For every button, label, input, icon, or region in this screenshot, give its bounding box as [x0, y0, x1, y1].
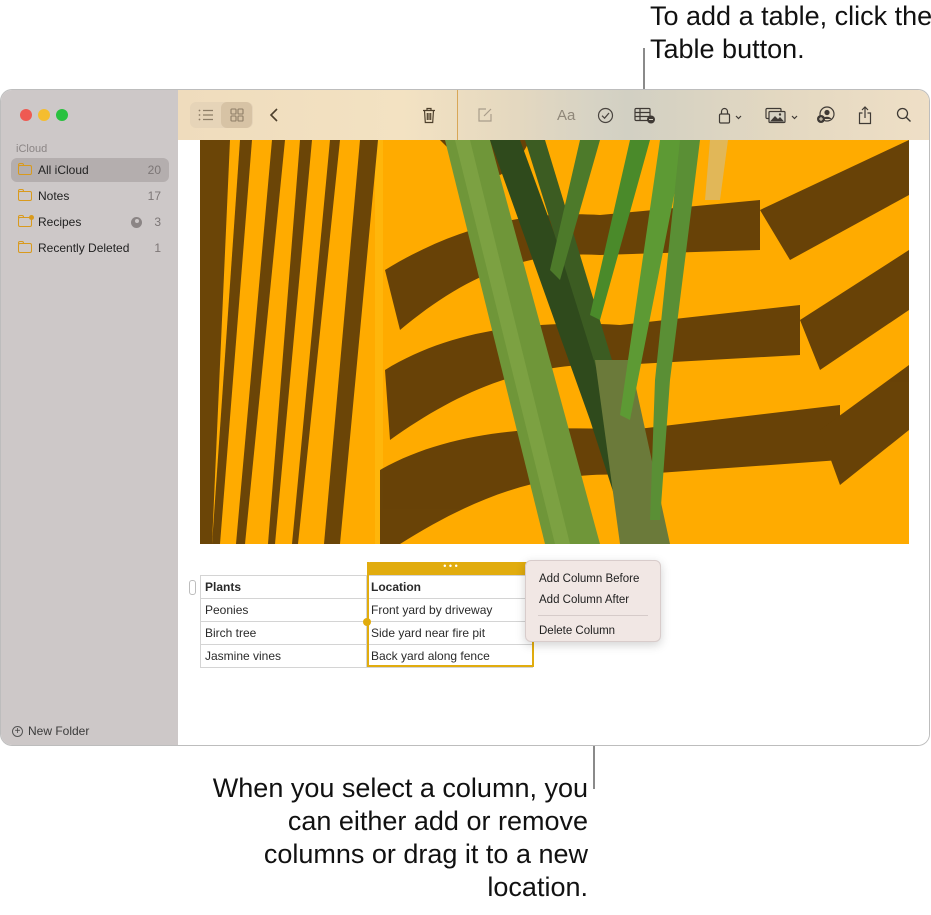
list-view-icon	[198, 109, 213, 121]
notes-window: iCloud All iCloud 20 Notes 17 Recipes 3 …	[1, 90, 929, 745]
shared-person-icon	[131, 216, 143, 228]
lock-icon	[718, 107, 742, 124]
checklist-icon	[597, 107, 614, 123]
media-icon	[765, 107, 798, 123]
table-header-cell[interactable]: Plants	[200, 575, 367, 599]
sidebar-item-label: Recipes	[38, 215, 82, 229]
sidebar-item-label: Notes	[38, 189, 70, 203]
column-resize-dot[interactable]	[363, 618, 371, 626]
sidebar-item-recently-deleted[interactable]: Recently Deleted 1	[11, 236, 169, 260]
window-controls	[20, 109, 68, 121]
share-icon	[858, 105, 872, 124]
note-editor[interactable]: Plants Location Peonies Front yard by dr…	[178, 140, 929, 745]
sidebar-item-count: 17	[147, 189, 161, 203]
collaborate-button[interactable]	[816, 103, 836, 127]
gallery-view-button[interactable]	[221, 102, 252, 128]
compose-icon	[478, 108, 492, 122]
sidebar-item-count: 3	[154, 215, 161, 229]
collaborate-icon	[817, 106, 835, 123]
photo-palm-shadows	[200, 140, 909, 544]
new-folder-button[interactable]: + New Folder	[12, 724, 89, 738]
share-button[interactable]	[858, 103, 872, 127]
toolbar: Aa	[178, 90, 929, 141]
sidebar-item-recipes[interactable]: Recipes 3	[11, 210, 169, 234]
menu-item-delete-column[interactable]: Delete Column	[526, 621, 660, 642]
trash-icon	[423, 107, 435, 123]
table-row: Jasmine vines Back yard along fence	[200, 644, 533, 668]
minimize-button[interactable]	[38, 109, 50, 121]
new-folder-label: New Folder	[28, 724, 90, 738]
plus-circle-icon: +	[12, 725, 23, 737]
back-button[interactable]	[269, 103, 279, 127]
shared-folder-icon	[18, 215, 34, 227]
table-button[interactable]	[634, 103, 656, 127]
close-button[interactable]	[20, 109, 32, 121]
gallery-view-icon	[229, 108, 244, 122]
search-icon	[896, 107, 911, 122]
note-photo[interactable]	[200, 140, 909, 544]
table-cell[interactable]: Jasmine vines	[200, 644, 367, 668]
view-toggle	[190, 102, 253, 128]
media-button[interactable]	[765, 103, 801, 127]
back-chevron-icon	[269, 108, 278, 122]
callout-table-button: To add a table, click the Table button.	[650, 1, 931, 64]
lock-button[interactable]	[718, 103, 744, 127]
table-cell[interactable]: Birch tree	[200, 621, 367, 645]
table-cell[interactable]: Peonies	[200, 598, 367, 622]
sidebar-item-label: Recently Deleted	[38, 241, 130, 255]
format-text-icon: Aa	[557, 106, 576, 124]
table-icon	[634, 107, 655, 123]
new-note-button[interactable]	[477, 103, 493, 127]
table-cell[interactable]: Back yard along fence	[366, 644, 533, 668]
sidebar-item-count: 20	[147, 163, 161, 177]
sidebar-section-icloud: iCloud	[16, 143, 48, 155]
delete-note-button[interactable]	[422, 103, 436, 127]
search-button[interactable]	[896, 103, 912, 127]
menu-item-add-column-after[interactable]: Add Column After	[526, 590, 660, 611]
table-cell[interactable]: Side yard near fire pit	[366, 621, 533, 645]
column-context-menu: Add Column Before Add Column After Delet…	[525, 560, 661, 642]
folder-icon	[18, 163, 32, 175]
sidebar-item-notes[interactable]: Notes 17	[11, 184, 169, 208]
folder-list: All iCloud 20 Notes 17 Recipes 3 Recentl…	[11, 158, 169, 262]
sidebar-item-all-icloud[interactable]: All iCloud 20	[11, 158, 169, 182]
folder-icon	[18, 189, 32, 201]
callout-column-selection: When you select a column, you can either…	[212, 773, 588, 902]
menu-separator	[538, 615, 648, 616]
table-header-cell[interactable]: Location	[366, 575, 533, 599]
sidebar: iCloud All iCloud 20 Notes 17 Recipes 3 …	[1, 90, 179, 745]
sidebar-item-count: 1	[154, 241, 161, 255]
folder-icon	[18, 241, 32, 253]
zoom-button[interactable]	[56, 109, 68, 121]
row-drag-handle[interactable]	[189, 580, 196, 595]
table-header-row: Plants Location	[200, 575, 533, 599]
table-cell[interactable]: Front yard by driveway	[366, 598, 533, 622]
column-drag-handle[interactable]: • • •	[367, 562, 534, 575]
menu-item-add-column-before[interactable]: Add Column Before	[526, 569, 660, 590]
sidebar-item-label: All iCloud	[38, 163, 89, 177]
format-button[interactable]: Aa	[557, 103, 575, 127]
list-view-button[interactable]	[190, 102, 221, 128]
toolbar-divider	[457, 90, 458, 140]
checklist-button[interactable]	[597, 103, 614, 127]
